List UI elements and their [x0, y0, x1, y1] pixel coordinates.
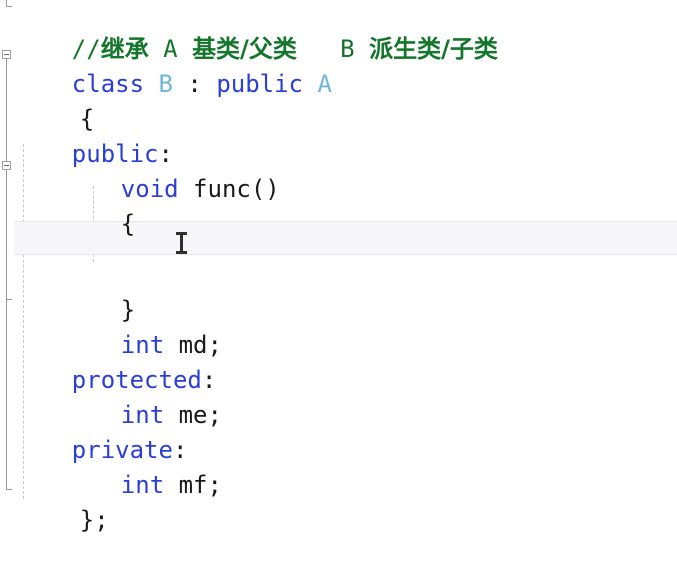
code-editor-surface[interactable]: // //继承 A 基类/父类 B 派生类/子类 class B : publi…: [0, 0, 677, 534]
text-ibeam-cursor: [176, 232, 187, 254]
code-line-member-md[interactable]: int md;: [14, 294, 222, 359]
code-token-brace-open: {: [120, 210, 136, 238]
code-token-colon: :: [187, 70, 202, 98]
fold-spine-func-body: [6, 169, 7, 299]
code-line-comment[interactable]: //继承 A 基类/父类 B 派生类/子类: [14, 0, 498, 63]
code-line-func-decl[interactable]: void func(): [14, 138, 280, 203]
ibeam-stem: [180, 234, 183, 252]
fold-spine-class-tail: [6, 299, 7, 489]
code-line-private-label[interactable]: private:: [14, 399, 188, 464]
fold-spine-class-body: [6, 58, 7, 161]
code-token-typename-a: A: [317, 70, 332, 98]
fold-toggle-class[interactable]: [2, 50, 11, 59]
code-token-keyword-public: public: [216, 70, 304, 98]
code-token-member-name: mf;: [178, 471, 222, 499]
code-line-func-open-brace[interactable]: {: [14, 173, 135, 238]
code-line-public-label[interactable]: public:: [14, 103, 173, 168]
code-line-member-mf[interactable]: int mf;: [14, 434, 222, 499]
fold-endcap-top: [6, 6, 12, 7]
code-line-open-brace[interactable]: {: [14, 68, 94, 133]
code-line-class-decl[interactable]: class B : public A: [14, 33, 332, 98]
code-token-function-name: func(): [193, 175, 280, 203]
code-line-close-class[interactable]: };: [14, 469, 109, 534]
code-token-keyword-int: int: [120, 471, 165, 499]
code-line-protected-label[interactable]: protected:: [14, 329, 217, 394]
code-line-member-me[interactable]: int me;: [14, 364, 222, 429]
ibeam-cap-bottom: [176, 251, 187, 254]
fold-endcap-class: [6, 489, 12, 490]
code-token-class-terminator: };: [79, 506, 109, 534]
code-line-func-close-brace[interactable]: }: [14, 259, 135, 324]
code-token-typename-b: B: [158, 70, 173, 98]
fold-toggle-func[interactable]: [2, 161, 11, 170]
code-token-comment-cjk-3: 派生类/子类: [369, 35, 498, 63]
